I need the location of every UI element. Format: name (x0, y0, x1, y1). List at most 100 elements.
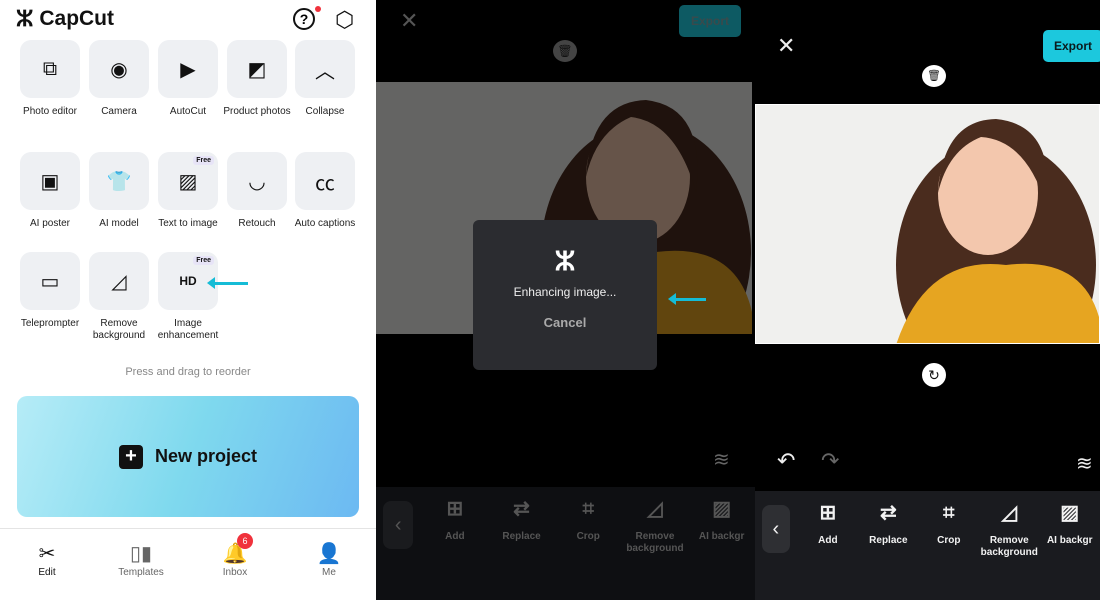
redo-icon[interactable]: ↷ (821, 448, 839, 474)
nav-item-templates[interactable]: ▯▮ Templates (94, 529, 188, 600)
free-badge: Free (193, 256, 214, 265)
tool-tile[interactable]: ▶ (158, 40, 218, 98)
capcut-logo: ⵣ CapCut (16, 6, 115, 31)
toolbar-icon: ⊞ (446, 498, 464, 520)
text-to-image-icon: ▨ (178, 170, 198, 193)
notification-dot (315, 6, 321, 12)
retouch-icon: ◡ (248, 170, 266, 193)
undo-icon[interactable]: ↶ (777, 448, 795, 474)
camera-icon: ◉ (110, 58, 128, 81)
rotate-icon[interactable]: ↻ (922, 363, 946, 387)
layers-icon[interactable]: ≋ (1076, 451, 1093, 476)
tool-tile[interactable]: ⧉ (20, 40, 80, 98)
free-badge: Free (193, 156, 214, 165)
back-button[interactable]: ‹ (383, 501, 414, 549)
tool-label: Camera (101, 106, 137, 117)
pointer-arrow (207, 277, 248, 289)
capcut-logo-icon: ⵣ (16, 6, 34, 31)
inbox-badge: 6 (237, 533, 253, 549)
toolbar-item[interactable]: ⇄ Replace (488, 487, 555, 543)
toolbar-icon: ⊞ (819, 502, 837, 524)
toolbar-icon: ⇄ (879, 502, 897, 524)
chevron-up-icon: ︿ (315, 60, 335, 83)
new-project-button[interactable]: + New project (17, 396, 359, 517)
nav-icon: ✂ (38, 543, 56, 565)
teleprompter-icon: ▭ (40, 270, 60, 293)
toolbar-icon: ◿ (1001, 502, 1017, 524)
toolbar-icon: ◿ (647, 498, 663, 520)
tool-label: AI model (99, 218, 139, 229)
tool-label: AI poster (29, 218, 71, 229)
toolbar-item[interactable]: ▨ AI backgr (688, 487, 755, 543)
photo-canvas[interactable] (755, 104, 1100, 344)
home-screen: ⵣ CapCut ? ⬡ ⧉ Photo editor ◉ Camera ▶ AutoCut… (0, 0, 376, 600)
tool-tile[interactable]: ▣ (20, 152, 80, 210)
toolbar-icon: ⌗ (943, 502, 955, 524)
tool-tile[interactable]: ◡ (227, 152, 287, 210)
tool-tile[interactable]: 👕 (89, 152, 149, 210)
layers-icon[interactable]: ≋ (713, 447, 730, 472)
tool-label: Remove background (92, 318, 146, 341)
reorder-hint: Press and drag to reorder (125, 366, 251, 378)
ai-model-icon: 👕 (106, 170, 132, 193)
capcut-logo-icon: ⵣ (554, 246, 576, 276)
cancel-button[interactable]: Cancel (473, 315, 657, 330)
toolbar-icon: ▨ (1060, 502, 1080, 524)
tool-label: Auto captions (294, 218, 356, 229)
toolbar-item[interactable]: ▨ AI backgr (1040, 491, 1100, 547)
delete-icon[interactable]: 🗑 (922, 65, 946, 87)
tool-label: Teleprompter (20, 318, 80, 329)
tool-tile[interactable]: ▭ (20, 252, 80, 310)
tool-label: Image enhancement (157, 318, 219, 341)
toolbar-item[interactable]: ◿ Remove background (979, 491, 1039, 559)
tool-tile[interactable]: ︿ (295, 40, 355, 98)
tool-tile[interactable]: ◉ (89, 40, 149, 98)
toolbar-item[interactable]: ⊞ Add (421, 487, 488, 543)
processing-dialog: ⵣ Enhancing image... Cancel (473, 220, 657, 370)
bottom-nav: ✂ Edit ▯▮ Templates 🔔 6 Inbox 👤 Me (0, 528, 376, 600)
tool-tile[interactable]: ▨ Free (158, 152, 218, 210)
tool-label: AutoCut (169, 106, 207, 117)
close-icon[interactable]: ✕ (400, 8, 418, 34)
delete-icon[interactable]: 🗑 (553, 40, 577, 62)
tool-label: Photo editor (23, 106, 77, 117)
toolbar-icon: ⌗ (582, 498, 594, 520)
edit-toolbar: ‹ ⊞ Add ⇄ Replace ⌗ Crop ◿ Remove background ▨ AI … (755, 491, 1100, 600)
back-button[interactable]: ‹ (762, 505, 790, 553)
nav-icon: ▯▮ (129, 543, 152, 565)
nav-item-edit[interactable]: ✂ Edit (0, 529, 94, 600)
toolbar-item[interactable]: ⇄ Replace (858, 491, 918, 547)
plus-icon: + (118, 444, 143, 469)
toolbar-item[interactable]: ⌗ Crop (919, 491, 979, 547)
autocut-icon: ▶ (180, 58, 196, 81)
remove-background-icon: ◿ (111, 270, 127, 293)
photo-editor-icon: ⧉ (42, 57, 58, 80)
edit-toolbar: ‹ ⊞ Add ⇄ Replace ⌗ Crop ◿ Remove background ▨ AI … (376, 487, 755, 600)
editor-done-screen: ✕ Export 🗑 ↻ ↶ ↷ ≋ ‹ ⊞ Add ⇄ Replace ⌗ Crop ◿ Re… (755, 0, 1100, 600)
tool-tile[interactable]: ◿ (89, 252, 149, 310)
nav-item-inbox[interactable]: 🔔 6 Inbox (188, 529, 282, 600)
toolbar-item[interactable]: ⊞ Add (798, 491, 858, 547)
hd-icon: HD (179, 274, 197, 288)
captions-icon: ㏄ (315, 172, 335, 195)
tool-tile[interactable]: ◩ (227, 40, 287, 98)
tool-label: Text to image (158, 218, 218, 229)
toolbar-item[interactable]: ⌗ Crop (555, 487, 622, 543)
toolbar-icon: ▨ (712, 498, 732, 520)
nav-icon: 👤 (316, 543, 342, 565)
help-button[interactable]: ? (293, 8, 315, 30)
export-button[interactable]: Export (679, 5, 741, 37)
ai-poster-icon: ▣ (40, 170, 60, 193)
export-button[interactable]: Export (1043, 30, 1100, 62)
toolbar-icon: ⇄ (513, 498, 530, 520)
tool-tile[interactable]: ㏄ (295, 152, 355, 210)
editor-processing-screen: ✕ Export 🗑 ⵣ Enhancing image... Cancel ≋… (376, 0, 755, 600)
product-photos-icon: ◩ (247, 58, 267, 81)
nav-item-me[interactable]: 👤 Me (282, 529, 376, 600)
close-icon[interactable]: ✕ (777, 33, 795, 59)
portrait-photo (756, 105, 1099, 343)
tool-label: Collapse (305, 106, 345, 117)
toolbar-item[interactable]: ◿ Remove background (622, 487, 689, 555)
pointer-arrow (668, 293, 706, 305)
settings-icon[interactable]: ⬡ (335, 7, 354, 33)
